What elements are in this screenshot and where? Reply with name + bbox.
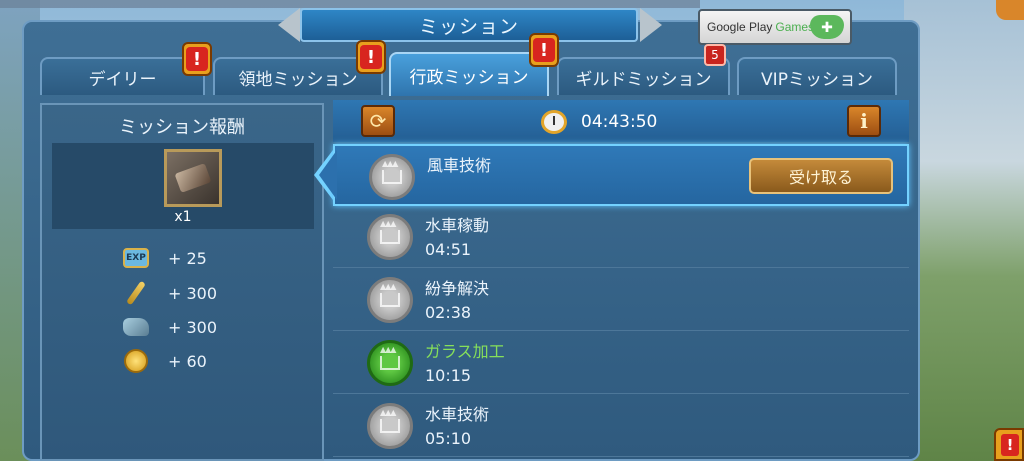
exp-icon: EXP (123, 248, 149, 268)
mission-time: 02:38 (425, 303, 472, 322)
wheat-icon (126, 280, 146, 306)
mission-medal-icon (367, 340, 413, 386)
mission-time: 10:15 (425, 366, 472, 385)
mission-row[interactable]: 紛争解決 02:38 (333, 269, 909, 331)
mission-row[interactable]: 水車技術 05:10 (333, 395, 909, 457)
info-button[interactable]: i (847, 105, 881, 137)
mission-list-header: ⟳ 04:43:50 i (333, 100, 909, 142)
reward-gold: + 60 (122, 348, 207, 374)
tab-vip[interactable]: VIPミッション (737, 57, 897, 95)
mission-name: 紛争解決 (425, 279, 490, 298)
reward-gold-value: + 60 (168, 351, 207, 371)
reward-food-value: + 300 (168, 283, 218, 303)
mission-name: 水車稼動 (425, 216, 490, 235)
reward-panel-title: ミッション報酬 (119, 117, 245, 138)
mission-row[interactable]: 水車稼動 04:51 (333, 206, 909, 268)
google-play-games-button[interactable]: Google Play Games ✚ (698, 9, 852, 45)
guild-tab-badge: 5 (704, 44, 726, 66)
refresh-timer: 04:43:50 (541, 110, 657, 134)
alert-icon: ! (356, 40, 386, 74)
gamepad-icon: ✚ (810, 15, 844, 39)
tab-guild-label: ギルドミッション (575, 69, 712, 90)
tab-territory-label: 領地ミッション (238, 69, 358, 90)
corner-decoration (996, 0, 1024, 20)
tab-administration[interactable]: 行政ミッション (389, 52, 549, 96)
mission-row[interactable]: ガラス加工 10:15 (333, 332, 909, 394)
tab-administration-label: 行政ミッション (409, 67, 529, 88)
google-play-label: Google Play (707, 20, 773, 34)
selection-pointer-fill (319, 150, 337, 200)
mission-name: 風車技術 (427, 156, 492, 175)
stone-icon (123, 318, 149, 336)
title-ornament-left (278, 8, 300, 42)
reward-item-icon[interactable] (164, 149, 222, 207)
mission-name: 水車技術 (425, 405, 490, 424)
refresh-icon: ⟳ (369, 109, 387, 133)
reward-panel: ミッション報酬 x1 EXP + 25 + 300 + 300 + 60 (40, 103, 324, 461)
clock-icon (541, 110, 567, 134)
reward-food: + 300 (122, 280, 217, 306)
window-title: ミッション (300, 8, 638, 42)
mission-medal-icon (369, 154, 415, 200)
mission-time: 04:51 (425, 240, 472, 259)
reward-item-qty: x1 (174, 209, 192, 225)
claim-button[interactable]: 受け取る (749, 158, 893, 194)
mission-medal-icon (367, 277, 413, 323)
gold-coin-icon (124, 349, 148, 373)
reward-exp: EXP + 25 (122, 245, 207, 271)
refresh-button[interactable]: ⟳ (361, 105, 395, 137)
reward-stone-value: + 300 (168, 317, 218, 337)
mission-time: 05:10 (425, 429, 472, 448)
timer-text: 04:43:50 (581, 112, 658, 132)
alert-icon: ! (529, 33, 559, 67)
reward-item-box: x1 (52, 143, 314, 229)
alert-icon: ! (182, 42, 212, 76)
corner-alert-icon[interactable]: ! (994, 428, 1024, 461)
mission-medal-icon (367, 403, 413, 449)
tab-daily-label: デイリー (88, 69, 157, 90)
reward-exp-value: + 25 (168, 248, 207, 268)
background-right (904, 0, 1024, 461)
tab-daily[interactable]: デイリー (40, 57, 205, 95)
mission-row[interactable]: 風車技術 受け取る (333, 144, 909, 206)
mission-medal-icon (367, 214, 413, 260)
tab-vip-label: VIPミッション (761, 69, 873, 90)
google-play-games-label: Games (775, 20, 815, 34)
mission-name: ガラス加工 (425, 342, 505, 361)
notification-bar (0, 0, 700, 8)
reward-stone: + 300 (122, 314, 217, 340)
title-ornament-right (640, 8, 662, 42)
